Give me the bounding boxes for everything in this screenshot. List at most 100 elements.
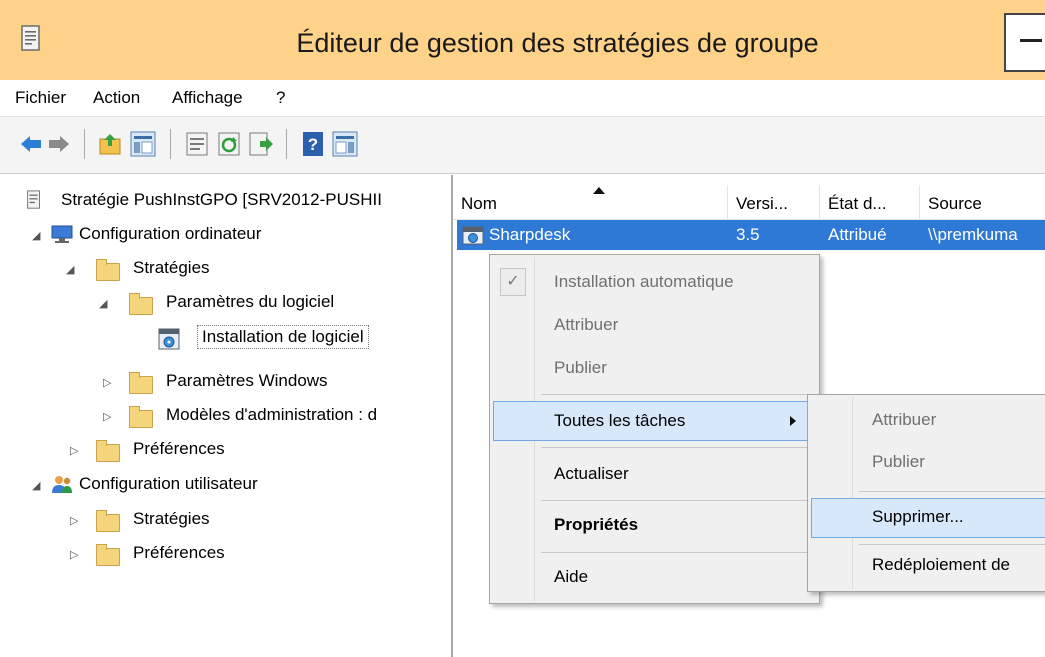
menu-bar: Fichier Action Affichage ? — [0, 80, 1045, 117]
window-title: Éditeur de gestion des stratégies de gro… — [296, 28, 819, 58]
policy-document-icon — [27, 190, 40, 209]
cell-source: \\premkuma — [928, 225, 1018, 244]
help-icon[interactable]: ? — [300, 131, 326, 157]
toolbar-separator — [84, 129, 85, 159]
expanded-arrow-icon[interactable]: ◢ — [66, 263, 74, 276]
expanded-arrow-icon[interactable]: ◢ — [32, 229, 40, 242]
column-header-state[interactable]: État d... — [820, 185, 920, 219]
cell-version: 3.5 — [736, 225, 760, 244]
tree-item-computer-config[interactable]: ◢ Configuration ordinateur — [0, 220, 451, 250]
toolbar: ? — [0, 117, 1045, 174]
folder-icon — [96, 440, 120, 462]
show-hide-tree-icon[interactable] — [130, 131, 156, 157]
menu-separator — [859, 544, 1045, 545]
menu-separator — [541, 447, 813, 448]
submenu-item-assign[interactable]: Attribuer — [811, 401, 1045, 441]
tree-item-label: Installation de logiciel — [197, 325, 369, 349]
menu-item-label: Aide — [554, 567, 589, 586]
computer-icon — [51, 225, 73, 243]
menu-view[interactable]: Affichage — [172, 88, 243, 108]
menu-item-refresh[interactable]: Actualiser — [493, 454, 815, 494]
column-name-label: Nom — [461, 194, 497, 213]
toolbar-separator — [170, 129, 171, 159]
menu-item-help[interactable]: Aide — [493, 557, 815, 597]
menu-item-label: Redéploiement de — [872, 555, 1010, 574]
menu-item-label: Supprimer... — [872, 507, 964, 526]
tree-item-label: Stratégies — [133, 258, 210, 277]
collapsed-arrow-icon[interactable]: ▷ — [103, 410, 111, 423]
tree-item-root[interactable]: Stratégie PushInstGPO [SRV2012-PUSHII — [0, 186, 451, 216]
console-tree: Stratégie PushInstGPO [SRV2012-PUSHII ◢ … — [0, 175, 453, 657]
menu-item-label: Attribuer — [872, 410, 937, 429]
collapsed-arrow-icon[interactable]: ▷ — [70, 444, 78, 457]
tree-item-label: Stratégies — [133, 509, 210, 528]
svg-text:?: ? — [308, 135, 318, 154]
action-pane-icon[interactable] — [332, 131, 358, 157]
menu-separator — [541, 394, 813, 395]
tree-item-user-preferences[interactable]: ▷ Préférences — [0, 539, 451, 569]
tree-item-windows-settings[interactable]: ▷ Paramètres Windows — [0, 367, 451, 397]
tree-item-user-config[interactable]: ◢ Configuration utilisateur — [0, 470, 451, 500]
minimize-icon — [1020, 39, 1042, 42]
column-header-name[interactable]: Nom — [453, 185, 728, 219]
menu-item-label: Installation automatique — [554, 272, 734, 291]
column-version-label: Versi... — [736, 194, 788, 213]
export-list-icon[interactable] — [248, 131, 274, 157]
column-header-source[interactable]: Source — [920, 185, 1045, 219]
menu-separator — [859, 491, 1045, 492]
column-header: Nom Versi... État d... Source — [453, 185, 1045, 220]
menu-item-assign[interactable]: Attribuer — [493, 305, 815, 345]
package-icon — [462, 226, 484, 245]
cell-state: Attribué — [828, 225, 887, 244]
collapsed-arrow-icon[interactable]: ▷ — [103, 376, 111, 389]
menu-item-auto-install[interactable]: ✓ Installation automatique — [493, 262, 815, 302]
tree-item-computer-preferences[interactable]: ▷ Préférences — [0, 435, 451, 465]
tree-item-label: Préférences — [133, 543, 225, 562]
toolbar-separator — [286, 129, 287, 159]
menu-item-publish[interactable]: Publier — [493, 348, 815, 388]
menu-item-label: Publier — [872, 452, 925, 471]
menu-action[interactable]: Action — [93, 88, 140, 108]
column-source-label: Source — [928, 194, 982, 213]
submenu-item-redeploy[interactable]: Redéploiement de — [811, 546, 1045, 586]
tree-item-computer-policies[interactable]: ◢ Stratégies — [0, 254, 451, 284]
menu-item-label: Toutes les tâches — [554, 411, 686, 430]
table-row[interactable]: Sharpdesk 3.5 Attribué \\premkuma — [457, 220, 1045, 250]
tree-item-software-installation[interactable]: Installation de logiciel — [0, 323, 451, 353]
folder-icon — [129, 293, 153, 315]
folder-icon — [96, 259, 120, 281]
tree-item-label: Préférences — [133, 439, 225, 458]
up-folder-icon[interactable] — [98, 131, 124, 157]
tree-item-user-policies[interactable]: ▷ Stratégies — [0, 505, 451, 535]
column-header-version[interactable]: Versi... — [728, 185, 820, 219]
submenu-item-remove[interactable]: Supprimer... — [811, 498, 1045, 538]
menu-item-label: Attribuer — [554, 315, 619, 334]
folder-icon — [96, 510, 120, 532]
sort-ascending-icon — [593, 187, 605, 194]
tree-item-admin-templates[interactable]: ▷ Modèles d'administration : d — [0, 401, 451, 431]
tree-item-software-settings[interactable]: ◢ Paramètres du logiciel — [0, 288, 451, 318]
cell-name: Sharpdesk — [489, 225, 571, 244]
tree-item-label: Paramètres Windows — [166, 371, 328, 390]
forward-arrow-icon[interactable] — [46, 131, 72, 157]
menu-file[interactable]: Fichier — [15, 88, 66, 108]
expanded-arrow-icon[interactable]: ◢ — [99, 297, 107, 310]
tree-item-label: Configuration ordinateur — [79, 224, 262, 243]
properties-icon[interactable] — [184, 131, 210, 157]
back-arrow-icon[interactable] — [18, 131, 44, 157]
users-icon — [52, 476, 72, 493]
refresh-icon[interactable] — [216, 131, 242, 157]
menu-item-all-tasks[interactable]: Toutes les tâches — [493, 401, 815, 441]
menu-item-properties[interactable]: Propriétés — [493, 505, 815, 545]
tree-item-label: Configuration utilisateur — [79, 474, 258, 493]
submenu-item-publish[interactable]: Publier — [811, 443, 1045, 483]
folder-icon — [129, 406, 153, 428]
collapsed-arrow-icon[interactable]: ▷ — [70, 548, 78, 561]
column-state-label: État d... — [828, 194, 887, 213]
menu-item-label: Actualiser — [554, 464, 629, 483]
tree-item-label: Paramètres du logiciel — [166, 292, 335, 311]
collapsed-arrow-icon[interactable]: ▷ — [70, 514, 78, 527]
minimize-button[interactable] — [1004, 13, 1045, 72]
expanded-arrow-icon[interactable]: ◢ — [32, 479, 40, 492]
menu-help[interactable]: ? — [276, 88, 285, 108]
